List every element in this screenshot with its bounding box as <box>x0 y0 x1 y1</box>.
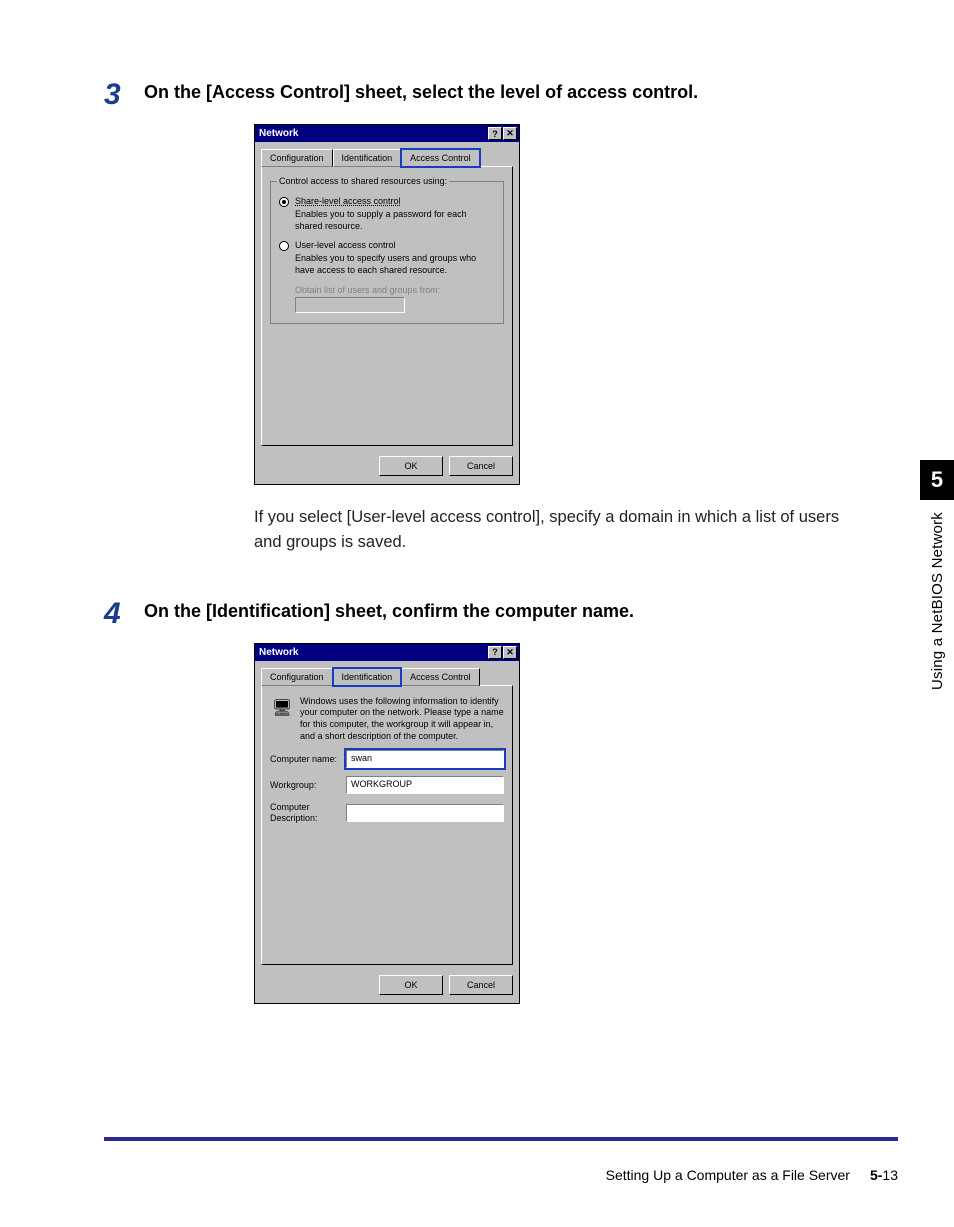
footer-page: 5-13 <box>870 1167 898 1183</box>
ident-description-row: 🖥 Windows uses the following information… <box>270 696 504 743</box>
computer-icon: 🖥 <box>270 696 294 720</box>
step-number: 3 <box>104 80 144 110</box>
tab-identification[interactable]: Identification <box>333 668 402 686</box>
page-footer: Setting Up a Computer as a File Server 5… <box>104 1137 898 1183</box>
chapter-label: Using a NetBIOS Network <box>929 512 946 690</box>
tab-panel: 🖥 Windows uses the following information… <box>261 685 513 965</box>
close-icon[interactable]: ✕ <box>503 646 517 659</box>
network-dialog-access-control: Network ? ✕ Configuration Identification… <box>254 124 520 485</box>
groupbox-label: Control access to shared resources using… <box>277 176 449 186</box>
obtain-list-label: Obtain list of users and groups from: <box>295 285 495 295</box>
tabs: Configuration Identification Access Cont… <box>261 667 513 685</box>
cancel-button[interactable]: Cancel <box>449 456 513 476</box>
radio-share-level-row[interactable]: Share-level access control <box>279 196 495 207</box>
input-workgroup[interactable]: WORKGROUP <box>346 776 504 794</box>
row-computer-description: Computer Description: <box>270 802 504 824</box>
tab-configuration[interactable]: Configuration <box>261 149 333 167</box>
radio-share-level[interactable] <box>279 197 289 207</box>
step-4: 4 On the [Identification] sheet, confirm… <box>104 599 850 629</box>
row-computer-name: Computer name: swan <box>270 750 504 768</box>
titlebar: Network ? ✕ <box>255 644 519 661</box>
ok-button[interactable]: OK <box>379 456 443 476</box>
chapter-number: 5 <box>920 460 954 500</box>
help-icon[interactable]: ? <box>488 127 502 140</box>
titlebar: Network ? ✕ <box>255 125 519 142</box>
ok-button[interactable]: OK <box>379 975 443 995</box>
help-icon[interactable]: ? <box>488 646 502 659</box>
input-computer-description[interactable] <box>346 804 504 822</box>
dialog-identification-wrap: Network ? ✕ Configuration Identification… <box>254 643 850 1004</box>
dialog-footer: OK Cancel <box>255 971 519 1003</box>
step-3: 3 On the [Access Control] sheet, select … <box>104 80 850 110</box>
dialog-body: Configuration Identification Access Cont… <box>255 142 519 452</box>
ident-description: Windows uses the following information t… <box>300 696 504 743</box>
side-tab: 5 Using a NetBIOS Network <box>920 460 954 690</box>
radio-share-level-label: Share-level access control <box>295 196 401 206</box>
network-dialog-identification: Network ? ✕ Configuration Identification… <box>254 643 520 1004</box>
footer-page-chapter: 5- <box>870 1167 882 1183</box>
radio-share-level-desc: Enables you to supply a password for eac… <box>295 209 495 232</box>
obtain-list-input <box>295 297 405 313</box>
radio-user-level-row[interactable]: User-level access control <box>279 240 495 251</box>
label-workgroup: Workgroup: <box>270 780 346 790</box>
cancel-button[interactable]: Cancel <box>449 975 513 995</box>
footer-page-number: 13 <box>882 1167 898 1183</box>
input-computer-name[interactable]: swan <box>346 750 504 768</box>
groupbox-control-access: Control access to shared resources using… <box>270 181 504 324</box>
note-after-step-3: If you select [User-level access control… <box>254 505 850 555</box>
dialog-title: Network <box>259 128 298 139</box>
row-workgroup: Workgroup: WORKGROUP <box>270 776 504 794</box>
tab-identification[interactable]: Identification <box>333 149 402 167</box>
step-number: 4 <box>104 599 144 629</box>
dialog-footer: OK Cancel <box>255 452 519 484</box>
label-computer-name: Computer name: <box>270 754 346 764</box>
tab-access-control[interactable]: Access Control <box>401 668 480 686</box>
label-computer-description: Computer Description: <box>270 802 346 824</box>
step-instruction: On the [Identification] sheet, confirm t… <box>144 599 850 624</box>
radio-user-level-label: User-level access control <box>295 240 396 250</box>
radio-user-level[interactable] <box>279 241 289 251</box>
titlebar-buttons: ? ✕ <box>488 127 517 140</box>
step-instruction: On the [Access Control] sheet, select th… <box>144 80 850 105</box>
tab-panel: Control access to shared resources using… <box>261 166 513 446</box>
tabs: Configuration Identification Access Cont… <box>261 148 513 166</box>
radio-user-level-desc: Enables you to specify users and groups … <box>295 253 495 276</box>
footer-section: Setting Up a Computer as a File Server <box>606 1167 850 1183</box>
tab-configuration[interactable]: Configuration <box>261 668 333 686</box>
dialog-body: Configuration Identification Access Cont… <box>255 661 519 971</box>
dialog-access-control-wrap: Network ? ✕ Configuration Identification… <box>254 124 850 485</box>
close-icon[interactable]: ✕ <box>503 127 517 140</box>
titlebar-buttons: ? ✕ <box>488 646 517 659</box>
page: 3 On the [Access Control] sheet, select … <box>0 0 954 1227</box>
tab-access-control[interactable]: Access Control <box>401 149 480 167</box>
dialog-title: Network <box>259 647 298 658</box>
